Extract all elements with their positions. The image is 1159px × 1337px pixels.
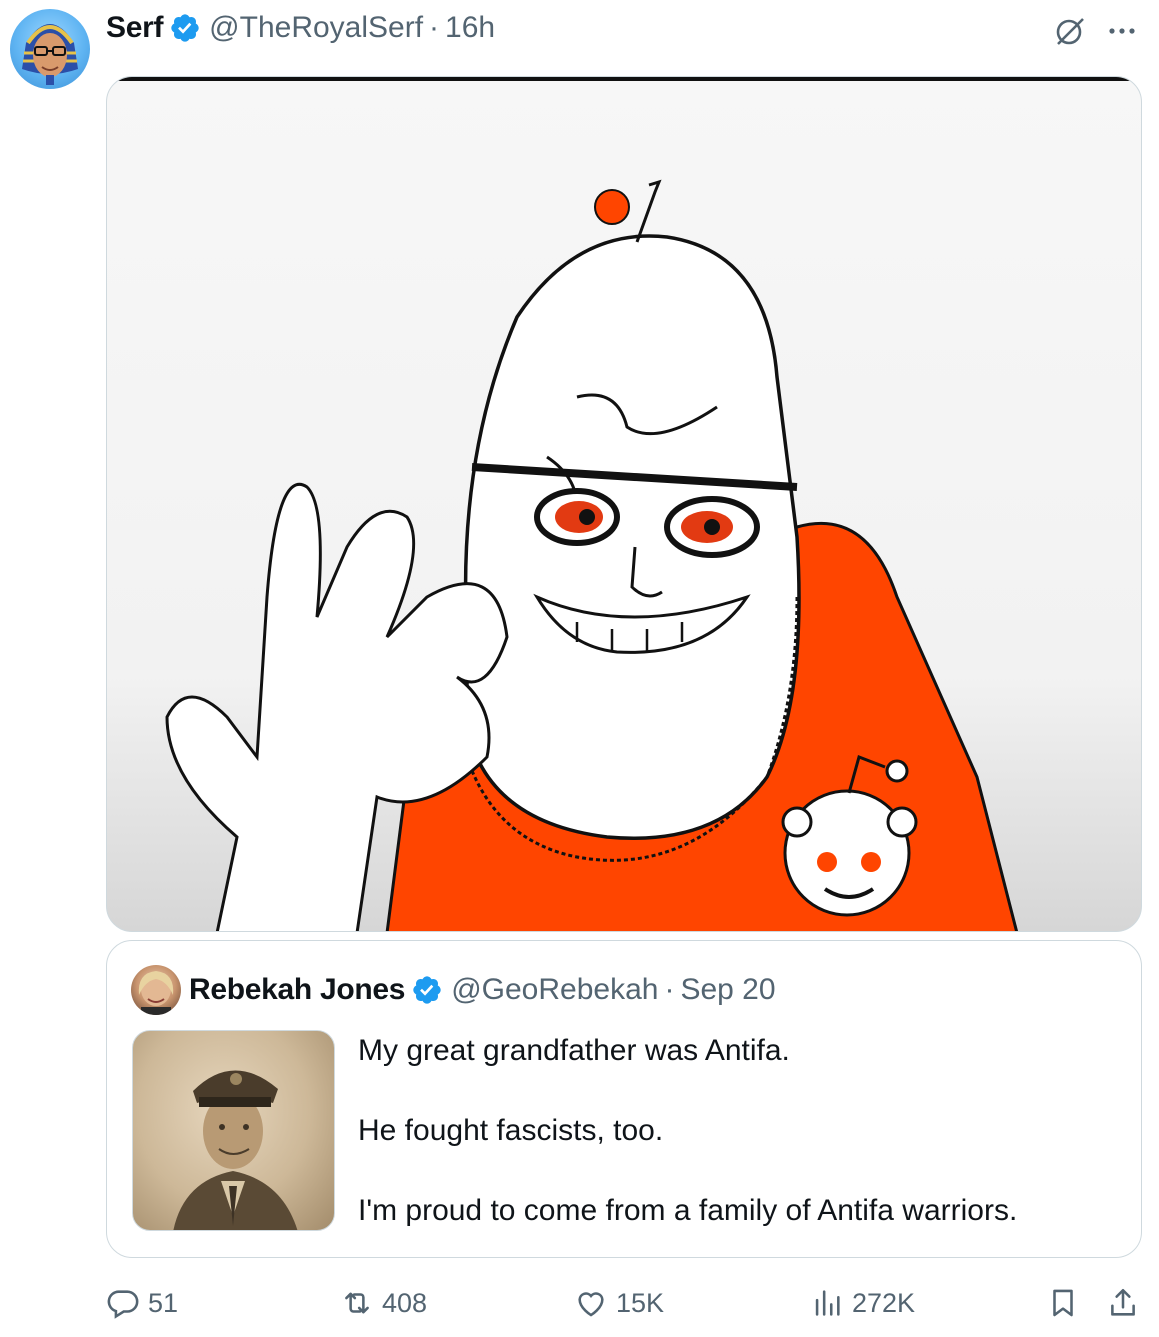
retweet-button[interactable]: 408: [340, 1280, 427, 1326]
quoted-tweet-text: My great grandfather was Antifa. He foug…: [358, 1031, 1118, 1231]
reply-count: 51: [148, 1287, 179, 1318]
bookmark-button[interactable]: [1046, 1280, 1080, 1326]
views-count: 272K: [852, 1287, 916, 1318]
reply-icon: [107, 1290, 139, 1319]
tweet-media-image[interactable]: [106, 76, 1142, 932]
share-button[interactable]: [1106, 1280, 1140, 1326]
quoted-tweet-time[interactable]: Sep 20: [680, 973, 775, 1007]
views-button[interactable]: 272K: [810, 1280, 915, 1326]
tweet-header: Serf @TheRoyalSerf · 16h: [106, 8, 495, 48]
quoted-tweet-line: I'm proud to come from a family of Antif…: [358, 1194, 1018, 1227]
quoted-tweet-line: He fought fascists, too.: [358, 1114, 664, 1147]
more-icon[interactable]: [1104, 13, 1140, 49]
views-icon: [815, 1290, 840, 1316]
share-icon: [1111, 1288, 1135, 1316]
author-avatar[interactable]: [10, 9, 90, 89]
reply-button[interactable]: 51: [106, 1280, 178, 1326]
quoted-author-handle[interactable]: @GeoRebekah: [451, 973, 658, 1007]
quoted-tweet-photo[interactable]: [132, 1030, 335, 1231]
reddit-snoo-meme-drawing: [165, 179, 1019, 931]
separator-dot: ·: [429, 11, 440, 44]
retweet-count: 408: [382, 1287, 428, 1318]
tweet-action-bar: 51 408 15K 272K: [106, 1280, 1142, 1326]
author-handle[interactable]: @TheRoyalSerf: [209, 11, 423, 45]
author-name[interactable]: Serf: [106, 11, 163, 45]
grok-icon[interactable]: [1052, 13, 1088, 49]
like-icon: [578, 1292, 604, 1317]
like-button[interactable]: 15K: [574, 1280, 664, 1326]
retweet-icon: [345, 1292, 369, 1314]
separator-dot: ·: [664, 973, 675, 1006]
quoted-tweet-header: Rebekah Jones @GeoRebekah · Sep 20: [189, 969, 776, 1011]
quoted-author-name[interactable]: Rebekah Jones: [189, 973, 406, 1007]
tweet-time[interactable]: 16h: [445, 11, 495, 45]
quoted-author-avatar[interactable]: [131, 965, 181, 1015]
like-count: 15K: [616, 1287, 665, 1318]
quoted-tweet-line: My great grandfather was Antifa.: [358, 1034, 790, 1067]
quoted-tweet[interactable]: Rebekah Jones @GeoRebekah · Sep 20 My gr…: [106, 940, 1142, 1258]
bookmark-icon: [1053, 1289, 1073, 1317]
verified-badge-icon: [171, 14, 199, 42]
verified-badge-icon: [413, 976, 441, 1004]
